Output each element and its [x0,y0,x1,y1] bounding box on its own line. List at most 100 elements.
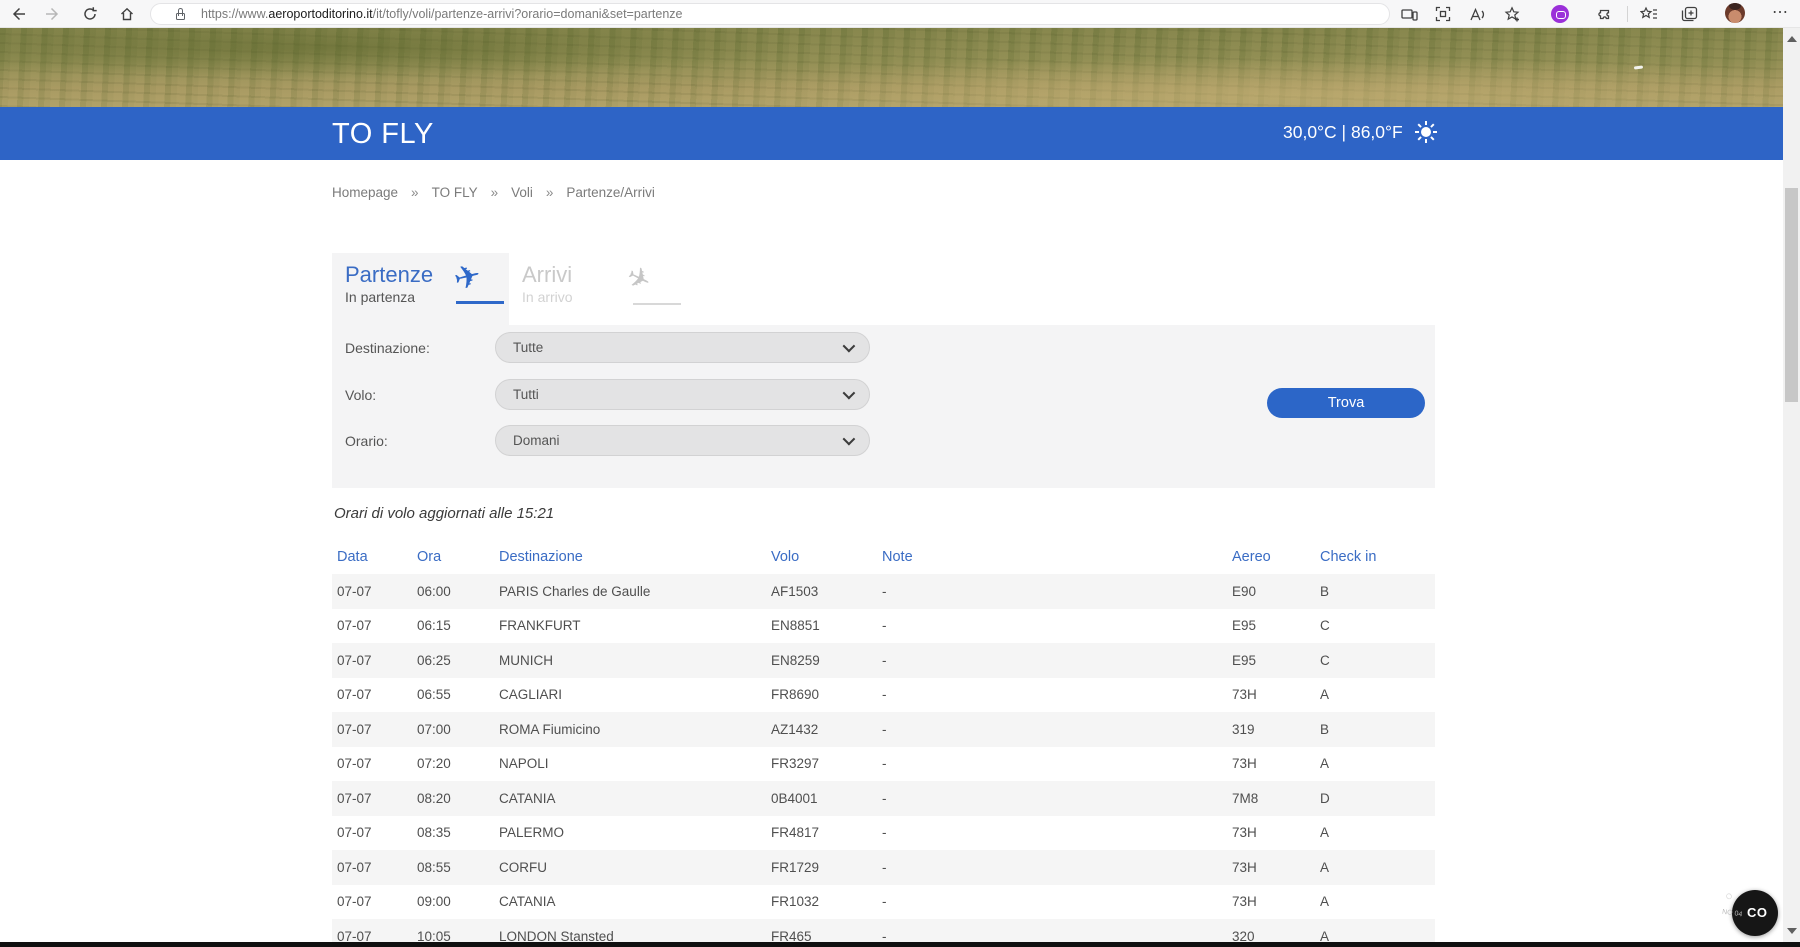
lock-icon[interactable] [173,6,189,22]
scrollbar-down-arrow[interactable] [1787,928,1797,934]
header-checkin[interactable]: Check in [1315,549,1435,565]
table-cell: ROMA Fiumicino [494,722,766,737]
table-cell: CORFU [494,860,766,875]
tab-departures[interactable]: Partenze In partenza ✈ [332,253,509,325]
table-cell: - [877,860,1227,875]
table-cell: A [1315,687,1435,702]
page-scrollbar[interactable] [1783,28,1800,947]
table-cell: A [1315,860,1435,875]
tab-groups-icon[interactable] [1676,2,1702,26]
table-cell: 07-07 [332,894,412,909]
forward-icon [40,2,66,26]
table-cell: - [877,825,1227,840]
extension-dot-icon[interactable] [1551,5,1569,23]
breadcrumb-tofly[interactable]: TO FLY [432,185,478,200]
weather-widget: 30,0°C | 86,0°F [1283,121,1437,143]
floating-overlay-label: CO [1747,905,1768,920]
table-row: 07-0708:55CORFUFR1729-73HA [332,850,1435,885]
breadcrumb-homepage[interactable]: Homepage [332,185,398,200]
table-cell: 07-07 [332,722,412,737]
table-cell: MUNICH [494,653,766,668]
table-cell: PARIS Charles de Gaulle [494,584,766,599]
find-button[interactable]: Trova [1267,388,1425,418]
table-row: 07-0706:15FRANKFURTEN8851-E95C [332,609,1435,644]
table-cell: 07-07 [332,653,412,668]
table-cell: A [1315,894,1435,909]
add-favorite-icon[interactable] [1499,2,1525,26]
time-label: Orario: [345,433,388,449]
table-cell: - [877,687,1227,702]
time-select[interactable]: Domani [495,425,870,456]
destination-value: Tutte [513,340,543,355]
header-aereo[interactable]: Aereo [1227,549,1315,565]
table-cell: 08:35 [412,825,494,840]
header-data[interactable]: Data [332,549,412,565]
table-cell: E95 [1227,618,1315,633]
scrollbar-thumb[interactable] [1785,188,1798,402]
extensions-icon[interactable] [1591,2,1617,26]
settings-dots-icon[interactable]: ⋯ [1772,2,1789,22]
table-cell: D [1315,791,1435,806]
tab-arrivals-subtitle: In arrivo [522,289,573,305]
refresh-icon[interactable] [77,2,103,26]
temperature-text: 30,0°C | 86,0°F [1283,122,1403,143]
destination-label: Destinazione: [345,340,430,356]
table-cell: 06:15 [412,618,494,633]
breadcrumb-separator: » [411,185,419,200]
header-ora[interactable]: Ora [412,549,494,565]
profile-avatar[interactable] [1725,3,1745,23]
table-row: 07-0706:00PARIS Charles de GaulleAF1503-… [332,574,1435,609]
plane-landing-line [633,303,681,305]
page-url: https://www.aeroportoditorino.it/it/tofl… [201,7,683,21]
read-aloud-icon[interactable] [1464,2,1490,26]
toolbar-divider [1627,6,1628,22]
table-cell: A [1315,825,1435,840]
flight-value: Tutti [513,387,539,402]
flight-select[interactable]: Tutti [495,379,870,410]
breadcrumb: Homepage » TO FLY » Voli » Partenze/Arri… [332,185,655,200]
plane-takeoff-icon: ✈ [451,258,485,296]
scrollbar-up-arrow[interactable] [1787,36,1797,42]
chevron-down-icon [843,340,856,353]
plane-landing-icon: ✈ [621,259,656,298]
table-cell: PALERMO [494,825,766,840]
table-row: 07-0706:55CAGLIARIFR8690-73HA [332,678,1435,713]
flights-table: Data Ora Destinazione Volo Note Aereo Ch… [332,540,1435,947]
hero-banner-image [0,28,1800,107]
header-note[interactable]: Note [877,549,1227,565]
page-title: TO FLY [332,118,434,151]
header-volo[interactable]: Volo [766,549,877,565]
section-header-bar: TO FLY 30,0°C | 86,0°F [0,107,1800,160]
table-cell: 07:00 [412,722,494,737]
table-cell: FR4817 [766,825,877,840]
back-icon[interactable] [5,2,31,26]
breadcrumb-current: Partenze/Arrivi [566,185,655,200]
table-cell: E95 [1227,653,1315,668]
table-cell: FR8690 [766,687,877,702]
table-cell: - [877,653,1227,668]
home-icon[interactable] [114,2,140,26]
table-cell: AF1503 [766,584,877,599]
address-bar[interactable]: https://www.aeroportoditorino.it/it/tofl… [150,3,1390,25]
qr-scan-icon[interactable] [1430,2,1456,26]
table-cell: EN8851 [766,618,877,633]
header-destinazione[interactable]: Destinazione [494,549,766,565]
favorites-icon[interactable] [1636,2,1662,26]
tab-departures-subtitle: In partenza [345,289,415,305]
table-cell: 73H [1227,687,1315,702]
table-row: 07-0707:00ROMA FiumicinoAZ1432-319B [332,712,1435,747]
tab-arrivals[interactable]: Arrivi In arrivo ✈ [509,253,689,325]
table-cell: EN8259 [766,653,877,668]
floating-overlay-button[interactable]: O NO 04 CO [1732,890,1778,936]
destination-select[interactable]: Tutte [495,332,870,363]
plane-takeoff-line [456,301,504,304]
breadcrumb-voli[interactable]: Voli [511,185,533,200]
table-cell: - [877,791,1227,806]
table-cell: E90 [1227,584,1315,599]
devices-icon[interactable] [1396,2,1422,26]
table-cell: NAPOLI [494,756,766,771]
table-cell: 73H [1227,894,1315,909]
table-cell: - [877,894,1227,909]
table-row: 07-0707:20NAPOLIFR3297-73HA [332,747,1435,782]
breadcrumb-separator: » [491,185,499,200]
